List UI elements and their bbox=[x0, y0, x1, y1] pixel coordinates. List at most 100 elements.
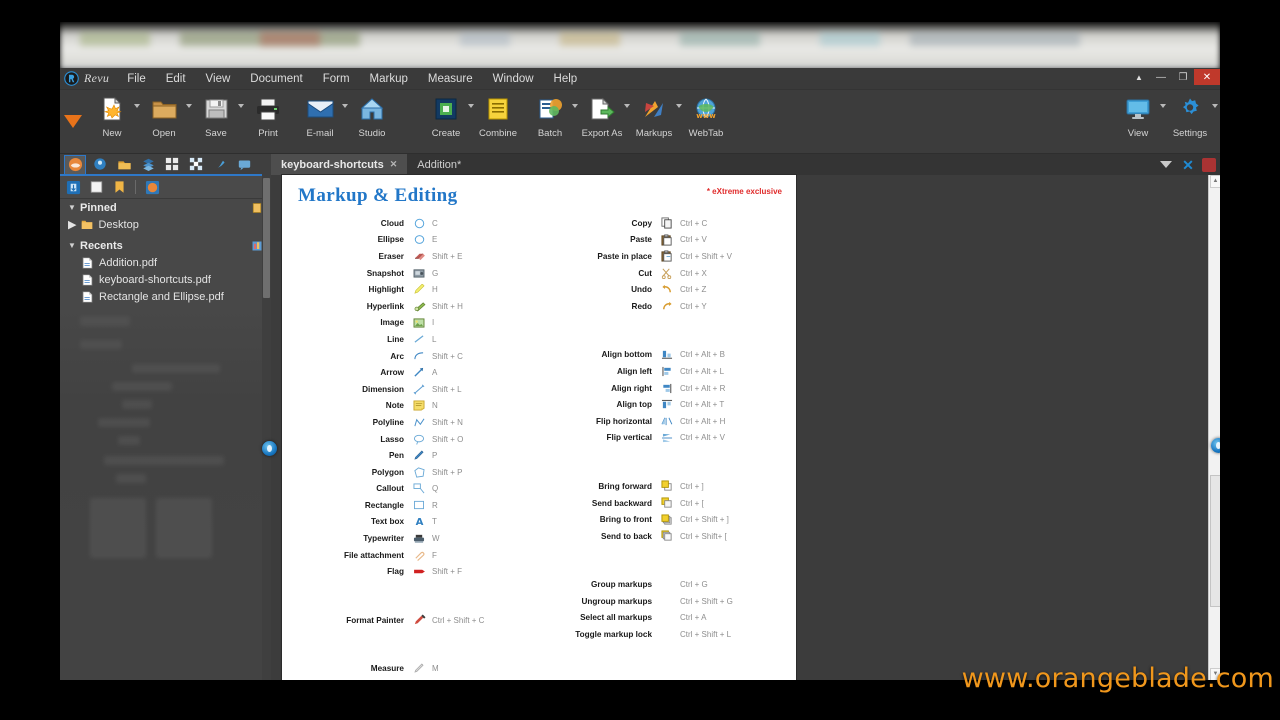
shortcut-keys: Ctrl + [ bbox=[680, 498, 704, 508]
shortcut-keys: Q bbox=[432, 484, 439, 494]
column-spacer bbox=[296, 580, 534, 612]
close-icon[interactable]: ✕ bbox=[390, 159, 398, 170]
sidebar-item-desktop[interactable]: ▶ Desktop bbox=[60, 216, 271, 233]
shortcut-keys: Ctrl + Shift + C bbox=[432, 615, 485, 625]
shortcut-row: Select all markups Ctrl + A bbox=[544, 610, 782, 627]
chevron-down-icon[interactable] bbox=[1212, 104, 1218, 108]
application-window: Revu File Edit View Document Form Markup… bbox=[60, 68, 1220, 680]
menu-markup[interactable]: Markup bbox=[360, 70, 418, 88]
toolbar-batch-button[interactable]: Batch bbox=[524, 90, 578, 154]
sidebar-item-addition-pdf[interactable]: Addition.pdf bbox=[60, 254, 271, 271]
scroll-up-button[interactable]: ▲ bbox=[1210, 175, 1220, 188]
toolbar-dropdown-icon[interactable] bbox=[60, 90, 86, 153]
shortcut-keys: N bbox=[432, 401, 438, 411]
sidebar-scrollbar-thumb[interactable] bbox=[263, 178, 270, 298]
shortcut-row: Highlight H bbox=[296, 281, 534, 298]
toolbar-create-button[interactable]: Create bbox=[420, 90, 474, 154]
send-backward-icon bbox=[658, 497, 676, 509]
menu-edit[interactable]: Edit bbox=[156, 70, 196, 88]
toolbar-save-button[interactable]: Save bbox=[190, 90, 244, 154]
recents-icon[interactable] bbox=[143, 178, 161, 196]
shortcut-name: Eraser bbox=[378, 251, 405, 261]
toolbar-new-button[interactable]: New bbox=[86, 90, 140, 154]
toolbar-settings-button[interactable]: Settings bbox=[1164, 90, 1218, 154]
toolbar-combine-button[interactable]: Combine bbox=[472, 90, 524, 154]
exclusive-note: * eXtreme exclusive bbox=[706, 187, 782, 196]
tiles-icon[interactable] bbox=[162, 155, 182, 173]
toolbar-print-button[interactable]: Print bbox=[242, 90, 294, 154]
close-tab-icon[interactable]: ✕ bbox=[1180, 157, 1196, 173]
close-button[interactable]: ✕ bbox=[1194, 69, 1220, 85]
panel-toolbar bbox=[60, 176, 271, 199]
toolbar-webtab-button[interactable]: www WebTab bbox=[680, 90, 732, 154]
toolbar-create-label: Create bbox=[431, 128, 461, 139]
restore-button[interactable]: ❐ bbox=[1172, 69, 1194, 85]
toolbar-combine-label: Combine bbox=[478, 128, 518, 139]
rectangle-icon bbox=[410, 500, 428, 510]
menu-measure[interactable]: Measure bbox=[418, 70, 483, 88]
shortcut-keys: Ctrl + V bbox=[680, 235, 707, 245]
folder-icon bbox=[81, 219, 93, 231]
menu-form[interactable]: Form bbox=[313, 70, 360, 88]
sidebar-item-rectangle-ellipse-pdf[interactable]: Rectangle and Ellipse.pdf bbox=[60, 288, 271, 305]
sidebar-item-keyboard-shortcuts-pdf[interactable]: keyboard-shortcuts.pdf bbox=[60, 271, 271, 288]
toolbar-view-button[interactable]: View bbox=[1112, 90, 1166, 154]
menu-view[interactable]: View bbox=[196, 70, 241, 88]
record-icon[interactable] bbox=[1202, 157, 1216, 172]
toolbar-email-button[interactable]: E-mail bbox=[294, 90, 348, 154]
measurements-icon[interactable] bbox=[186, 155, 206, 173]
menu-help[interactable]: Help bbox=[544, 70, 588, 88]
toolbar-studio-label: Studio bbox=[358, 128, 386, 139]
align-right-icon bbox=[658, 383, 676, 394]
minimize-button[interactable]: — bbox=[1150, 69, 1172, 85]
markups-list-icon[interactable] bbox=[234, 155, 254, 173]
shortcut-name: Align right bbox=[611, 383, 652, 393]
left-panel-collapse-handle[interactable] bbox=[262, 441, 277, 456]
shortcut-row: Hyperlink Shift + H bbox=[296, 298, 534, 315]
shortcut-row: Bring to front Ctrl + Shift + ] bbox=[544, 511, 782, 528]
twisty-expanded-icon[interactable]: ▼ bbox=[68, 203, 80, 212]
twisty-collapsed-icon[interactable]: ▶ bbox=[68, 218, 76, 231]
shortcut-row: Send to back Ctrl + Shift+ [ bbox=[544, 528, 782, 545]
thumbnails-icon[interactable] bbox=[90, 155, 110, 173]
shortcut-name: Cut bbox=[638, 268, 652, 278]
file-access-icon[interactable] bbox=[64, 154, 86, 174]
letterbox-top bbox=[0, 0, 1280, 22]
sidebar-group-recents[interactable]: ▼ Recents bbox=[60, 237, 271, 254]
menu-window[interactable]: Window bbox=[483, 70, 544, 88]
shortcut-row: Rectangle R bbox=[296, 497, 534, 514]
column-spacer bbox=[544, 643, 782, 675]
tab-list-dropdown-icon[interactable] bbox=[1158, 157, 1174, 173]
flip-horizontal-icon bbox=[658, 416, 676, 427]
tab-addition-label: Addition* bbox=[417, 158, 462, 171]
bookmark-icon[interactable] bbox=[110, 178, 128, 196]
shortcut-keys: Shift + H bbox=[432, 301, 463, 311]
toolbar-export-as-button[interactable]: Export As bbox=[576, 90, 630, 154]
sidebar-scrollbar[interactable] bbox=[262, 174, 271, 680]
toolbar-open-button[interactable]: Open bbox=[138, 90, 192, 154]
twisty-expanded-icon[interactable]: ▼ bbox=[68, 241, 80, 250]
explorer-icon[interactable] bbox=[64, 178, 82, 196]
toolbar-studio-button[interactable]: Studio bbox=[346, 90, 398, 154]
layers-icon[interactable] bbox=[138, 155, 158, 173]
document-scrollbar[interactable]: ▲ ▼ bbox=[1208, 175, 1220, 680]
shortcut-keys: Ctrl + Alt + B bbox=[680, 350, 725, 360]
shortcut-row: Arrow A bbox=[296, 364, 534, 381]
shortcut-name: Ungroup markups bbox=[581, 596, 652, 606]
sidebar-group-pinned[interactable]: ▼ Pinned bbox=[60, 199, 271, 216]
menu-document[interactable]: Document bbox=[240, 70, 312, 88]
shortcut-name: Image bbox=[380, 318, 404, 328]
signature-icon[interactable] bbox=[210, 155, 230, 173]
text-box-icon: A bbox=[410, 516, 428, 528]
collapse-ribbon-icon[interactable]: ▲ bbox=[1128, 69, 1150, 85]
menu-file[interactable]: File bbox=[117, 70, 156, 88]
toolbar-markups-button[interactable]: Markups bbox=[628, 90, 682, 154]
new-document-icon bbox=[96, 94, 128, 124]
shortcut-keys: I bbox=[432, 318, 435, 328]
document-scrollbar-thumb[interactable] bbox=[1210, 475, 1220, 607]
tab-addition[interactable]: Addition* bbox=[407, 154, 471, 175]
tab-keyboard-shortcuts[interactable]: keyboard-shortcuts ✕ bbox=[271, 154, 408, 175]
folder-new-icon[interactable] bbox=[87, 178, 105, 196]
bookmarks-icon[interactable] bbox=[114, 155, 134, 173]
document-canvas[interactable]: * eXtreme exclusive Markup & Editing Clo… bbox=[271, 175, 1220, 680]
